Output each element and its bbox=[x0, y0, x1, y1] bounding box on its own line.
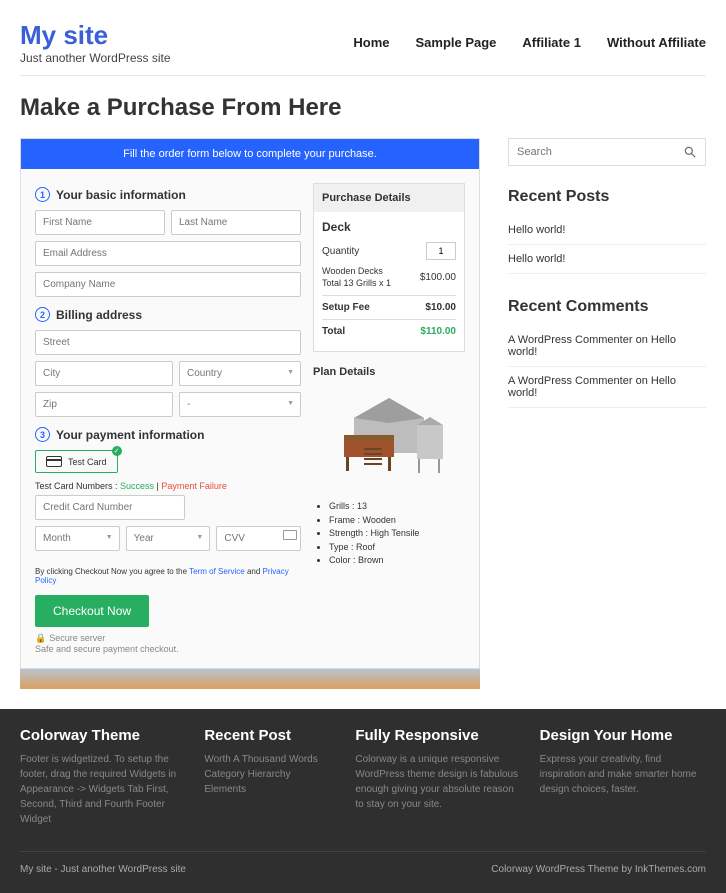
search-input[interactable] bbox=[517, 146, 683, 158]
setup-fee-price: $10.00 bbox=[425, 302, 456, 313]
plan-details-head: Plan Details bbox=[313, 366, 465, 378]
country-select[interactable] bbox=[179, 361, 301, 386]
first-name-input[interactable] bbox=[35, 210, 165, 235]
check-icon: ✓ bbox=[112, 446, 122, 456]
step-basic-info-heading: 1 Your basic information bbox=[35, 187, 301, 202]
step-3-title: Your payment information bbox=[56, 428, 204, 442]
secure-server: 🔒Secure server bbox=[35, 633, 301, 644]
line-item-price: $100.00 bbox=[420, 272, 456, 283]
city-input[interactable] bbox=[35, 361, 173, 386]
setup-fee-label: Setup Fee bbox=[322, 302, 370, 313]
step-billing-heading: 2 Billing address bbox=[35, 307, 301, 322]
footer-col-3-title: Fully Responsive bbox=[355, 727, 521, 744]
site-header: My site Just another WordPress site Home… bbox=[20, 20, 706, 76]
step-2-title: Billing address bbox=[56, 308, 142, 322]
footer-col-1: Colorway Theme Footer is widgetized. To … bbox=[20, 727, 186, 827]
purchase-details: Purchase Details Deck Quantity Wooden De… bbox=[313, 183, 465, 352]
deck-house-icon bbox=[329, 393, 449, 483]
checkout-button[interactable]: Checkout Now bbox=[35, 595, 149, 627]
zip-input[interactable] bbox=[35, 392, 173, 417]
line-item: Wooden Decks Total 13 Grills x 1 bbox=[322, 266, 402, 289]
plan-feature: Grills : 13 bbox=[329, 500, 465, 514]
test-success-link[interactable]: Success bbox=[120, 481, 154, 491]
footer-credit-right[interactable]: Colorway WordPress Theme by InkThemes.co… bbox=[491, 864, 706, 875]
search-icon[interactable] bbox=[683, 145, 697, 159]
footer-col-1-title: Colorway Theme bbox=[20, 727, 186, 744]
card-back-icon bbox=[283, 530, 297, 540]
footer-col-4-title: Design Your Home bbox=[540, 727, 706, 744]
step-3-number: 3 bbox=[35, 427, 50, 442]
test-card-numbers: Test Card Numbers : Success | Payment Fa… bbox=[35, 481, 301, 491]
site-tagline: Just another WordPress site bbox=[20, 51, 171, 65]
recent-comments-heading: Recent Comments bbox=[508, 298, 706, 316]
quantity-input[interactable] bbox=[426, 242, 456, 260]
month-select[interactable] bbox=[35, 526, 120, 551]
total-label: Total bbox=[322, 326, 345, 337]
purchase-details-head: Purchase Details bbox=[314, 184, 464, 212]
footer-col-4: Design Your Home Express your creativity… bbox=[540, 727, 706, 827]
step-1-title: Your basic information bbox=[56, 188, 186, 202]
plan-image bbox=[313, 388, 465, 488]
footer-col-2-title: Recent Post bbox=[204, 727, 337, 744]
recent-comment[interactable]: A WordPress Commenter on Hello world! bbox=[508, 326, 706, 367]
footer-credit-left: My site - Just another WordPress site bbox=[20, 864, 186, 875]
plan-feature: Type : Roof bbox=[329, 541, 465, 555]
test-failure-link[interactable]: Payment Failure bbox=[161, 481, 227, 491]
credit-card-input[interactable] bbox=[35, 495, 185, 520]
recent-post-link[interactable]: Hello world! bbox=[508, 216, 706, 245]
payment-card-label: Test Card bbox=[68, 457, 107, 467]
step-payment-heading: 3 Your payment information bbox=[35, 427, 301, 442]
footer-col-1-text: Footer is widgetized. To setup the foote… bbox=[20, 752, 186, 827]
plan-feature: Strength : High Tensile bbox=[329, 527, 465, 541]
street-input[interactable] bbox=[35, 330, 301, 355]
year-select[interactable] bbox=[126, 526, 211, 551]
quantity-label: Quantity bbox=[322, 246, 359, 257]
recent-comment[interactable]: A WordPress Commenter on Hello world! bbox=[508, 367, 706, 408]
company-input[interactable] bbox=[35, 272, 301, 297]
email-input[interactable] bbox=[35, 241, 301, 266]
tos-link[interactable]: Term of Service bbox=[189, 567, 245, 576]
site-logo: My site Just another WordPress site bbox=[20, 20, 171, 65]
order-instruction: Fill the order form below to complete yo… bbox=[21, 139, 479, 169]
recent-post-link[interactable]: Hello world! bbox=[508, 245, 706, 274]
plan-feature: Color : Brown bbox=[329, 554, 465, 568]
payment-method-card[interactable]: ✓ Test Card bbox=[35, 450, 118, 473]
lock-icon: 🔒 bbox=[35, 633, 46, 643]
site-footer: Colorway Theme Footer is widgetized. To … bbox=[0, 709, 726, 893]
safe-checkout: Safe and secure payment checkout. bbox=[35, 644, 301, 654]
nav-without-affiliate[interactable]: Without Affiliate bbox=[607, 35, 706, 50]
step-2-number: 2 bbox=[35, 307, 50, 322]
page-title: Make a Purchase From Here bbox=[20, 94, 706, 122]
footer-col-3-text: Colorway is a unique responsive WordPres… bbox=[355, 752, 521, 812]
site-title[interactable]: My site bbox=[20, 20, 171, 51]
terms-text: By clicking Checkout Now you agree to th… bbox=[35, 567, 301, 585]
product-name: Deck bbox=[322, 220, 456, 234]
nav-affiliate-1[interactable]: Affiliate 1 bbox=[522, 35, 581, 50]
state-select[interactable] bbox=[179, 392, 301, 417]
nav-home[interactable]: Home bbox=[353, 35, 389, 50]
last-name-input[interactable] bbox=[171, 210, 301, 235]
credit-card-icon bbox=[46, 456, 62, 467]
primary-nav: Home Sample Page Affiliate 1 Without Aff… bbox=[353, 35, 706, 50]
order-form: Fill the order form below to complete yo… bbox=[20, 138, 480, 669]
search-box[interactable] bbox=[508, 138, 706, 166]
footer-col-4-text: Express your creativity, find inspiratio… bbox=[540, 752, 706, 797]
plan-feature: Frame : Wooden bbox=[329, 514, 465, 528]
footer-col-3: Fully Responsive Colorway is a unique re… bbox=[355, 727, 521, 827]
footer-col-2: Recent Post Worth A Thousand Words Categ… bbox=[204, 727, 337, 827]
recent-posts-heading: Recent Posts bbox=[508, 188, 706, 206]
plan-features: Grills : 13 Frame : Wooden Strength : Hi… bbox=[313, 500, 465, 568]
nav-sample-page[interactable]: Sample Page bbox=[415, 35, 496, 50]
total-price: $110.00 bbox=[420, 326, 456, 337]
footer-col-2-text[interactable]: Worth A Thousand Words Category Hierarch… bbox=[204, 752, 337, 797]
step-1-number: 1 bbox=[35, 187, 50, 202]
background-image-strip bbox=[20, 669, 480, 689]
